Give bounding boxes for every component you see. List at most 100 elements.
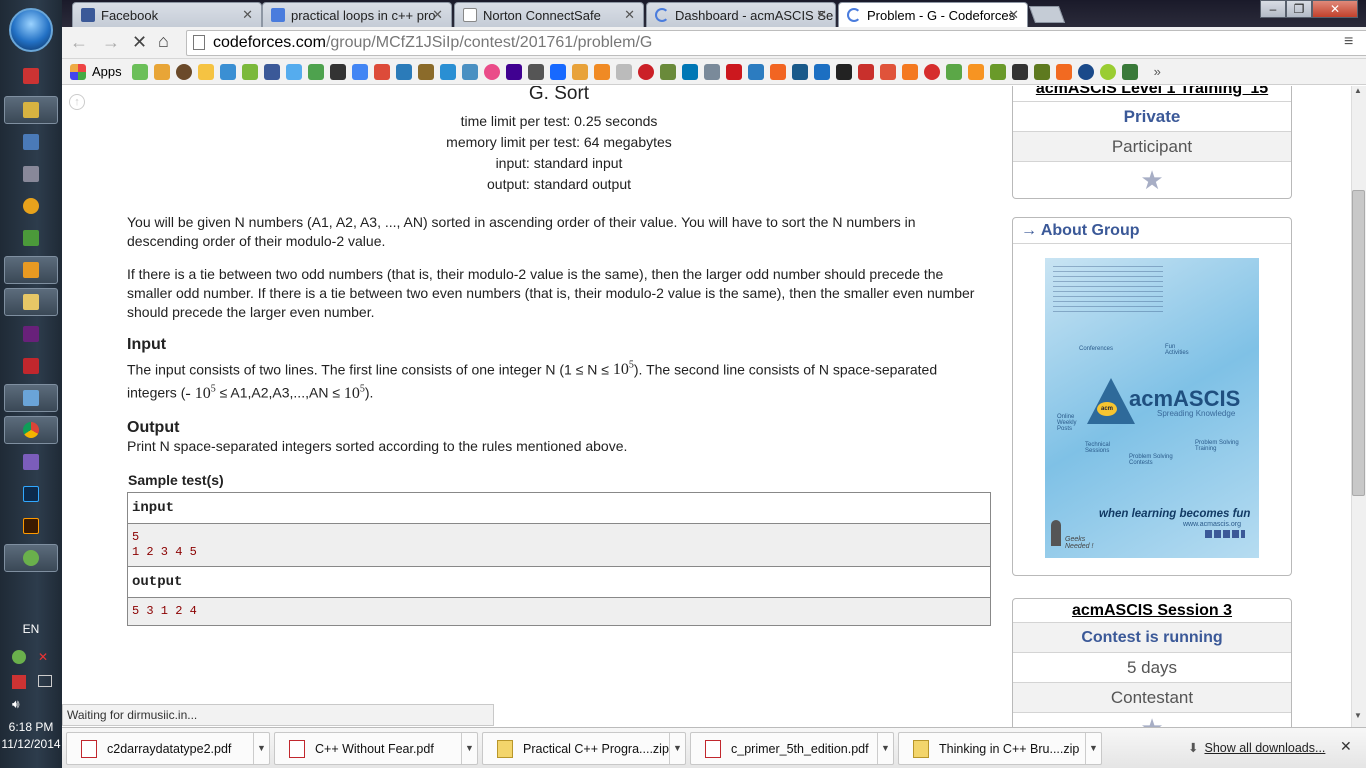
back-button[interactable]: ←: [70, 32, 88, 53]
forward-button[interactable]: →: [102, 32, 120, 53]
tab-facebook[interactable]: Facebook ✕: [72, 2, 262, 27]
home-button[interactable]: ⌂: [158, 31, 169, 52]
download-item[interactable]: c_primer_5th_edition.pdf ▼: [690, 732, 894, 765]
bookmark-icon[interactable]: [945, 63, 962, 80]
show-all-downloads-link[interactable]: Show all downloads...: [1204, 741, 1325, 755]
bookmark-icon[interactable]: [615, 63, 632, 80]
bookmark-icon[interactable]: [571, 63, 588, 80]
tab-dashboard[interactable]: Dashboard - acmASCIS Se ✕: [646, 2, 836, 27]
start-button[interactable]: [9, 8, 53, 52]
taskbar-app-icon[interactable]: [4, 128, 58, 156]
bookmark-icon[interactable]: [307, 63, 324, 80]
bookmark-icon[interactable]: [901, 63, 918, 80]
show-all-downloads[interactable]: ⬇ Show all downloads...: [1188, 740, 1325, 756]
bookmark-icon[interactable]: [593, 63, 610, 80]
bookmark-icon[interactable]: [439, 63, 456, 80]
taskbar-app-icon[interactable]: [4, 224, 58, 252]
bookmark-icon[interactable]: [791, 63, 808, 80]
linkedin-icon[interactable]: [681, 63, 698, 80]
clock-time[interactable]: 6:18 PM: [0, 720, 62, 734]
group-title-link[interactable]: acmASCIS Level 1 Training '15: [1013, 86, 1291, 102]
bookmark-icon[interactable]: [659, 63, 676, 80]
about-group-heading[interactable]: → About Group: [1013, 218, 1291, 244]
chevron-down-icon[interactable]: ▼: [669, 733, 685, 764]
language-indicator[interactable]: EN: [0, 622, 62, 636]
scrollbar-thumb[interactable]: [1352, 190, 1365, 496]
bookmark-icon[interactable]: [197, 63, 214, 80]
apps-icon[interactable]: [70, 63, 86, 80]
bookmark-icon[interactable]: [1011, 63, 1028, 80]
photoshop-icon[interactable]: [4, 480, 58, 508]
apps-label[interactable]: Apps: [92, 64, 122, 79]
scroll-up-icon[interactable]: ▲: [1354, 86, 1362, 95]
bookmark-icon[interactable]: [527, 63, 544, 80]
close-tab-icon[interactable]: ✕: [1008, 7, 1019, 23]
close-tab-icon[interactable]: ✕: [432, 7, 443, 23]
bookmark-icon[interactable]: [967, 63, 984, 80]
clock-date[interactable]: 11/12/2014: [0, 737, 62, 751]
visual-studio-icon[interactable]: [4, 448, 58, 476]
google-plus-icon[interactable]: [373, 63, 390, 80]
download-item[interactable]: c2darraydatatype2.pdf ▼: [66, 732, 270, 765]
bookmark-icon[interactable]: [923, 63, 940, 80]
illustrator-icon[interactable]: [4, 512, 58, 540]
download-item[interactable]: Thinking in C++ Bru....zip ▼: [898, 732, 1102, 765]
close-window-button[interactable]: ✕: [1312, 0, 1358, 18]
google-icon[interactable]: [351, 63, 368, 80]
bookmark-icon[interactable]: [461, 63, 478, 80]
session-title-link[interactable]: acmASCIS Session 3: [1013, 599, 1291, 623]
scroll-down-icon[interactable]: ▼: [1354, 711, 1362, 720]
bookmark-icon[interactable]: [813, 63, 830, 80]
bookmark-icon[interactable]: [989, 63, 1006, 80]
bookmark-icon[interactable]: [1033, 63, 1050, 80]
bookmark-icon[interactable]: [417, 63, 434, 80]
bookmark-icon[interactable]: [747, 63, 764, 80]
close-tab-icon[interactable]: ✕: [242, 7, 253, 23]
chevron-down-icon[interactable]: ▼: [461, 733, 477, 764]
sample-input-value[interactable]: 5 1 2 3 4 5: [128, 523, 990, 567]
twitter-icon[interactable]: [285, 63, 302, 80]
dribbble-icon[interactable]: [483, 63, 500, 80]
bookmark-icon[interactable]: [703, 63, 720, 80]
close-tab-icon[interactable]: ✕: [624, 7, 635, 23]
maximize-button[interactable]: ❐: [1286, 0, 1312, 18]
bookmark-icon[interactable]: [879, 63, 896, 80]
chevron-down-icon[interactable]: ▼: [253, 733, 269, 764]
soundcloud-icon[interactable]: [769, 63, 786, 80]
pdf-reader-icon[interactable]: [4, 352, 58, 380]
download-item[interactable]: Practical C++ Progra....zip ▼: [482, 732, 686, 765]
youtube-icon[interactable]: [725, 63, 742, 80]
utorrent-icon[interactable]: [4, 544, 58, 572]
scroll-up-arrow-icon[interactable]: ↑: [69, 94, 85, 110]
bookmark-icon[interactable]: [835, 63, 852, 80]
star-icon[interactable]: ★: [1140, 165, 1163, 196]
bookmark-icon[interactable]: [175, 63, 192, 80]
bookmark-icon[interactable]: [857, 63, 874, 80]
utorrent-tray-icon[interactable]: [12, 650, 26, 664]
bookmark-icon[interactable]: [1077, 63, 1094, 80]
taskbar-app-icon[interactable]: [4, 160, 58, 188]
menu-icon[interactable]: ≡: [1344, 33, 1353, 51]
bookmark-icon[interactable]: [329, 63, 346, 80]
tab-norton[interactable]: Norton ConnectSafe ✕: [454, 2, 644, 27]
bookmark-icon[interactable]: [219, 63, 236, 80]
taskbar-app-icon[interactable]: [4, 192, 58, 220]
facebook-icon[interactable]: [263, 63, 280, 80]
behance-icon[interactable]: [549, 63, 566, 80]
download-item[interactable]: C++ Without Fear.pdf ▼: [274, 732, 478, 765]
taskbar-app-icon[interactable]: [4, 384, 58, 412]
display-tray-icon[interactable]: [38, 675, 52, 687]
chevron-down-icon[interactable]: ▼: [1085, 733, 1101, 764]
tab-google-search[interactable]: practical loops in c++ pro ✕: [262, 2, 452, 27]
bookmark-icon[interactable]: [241, 63, 258, 80]
taskbar-app-icon[interactable]: [4, 96, 58, 124]
volume-icon[interactable]: 🔊︎: [12, 697, 20, 712]
address-bar[interactable]: codeforces.com/group/MCfZ1JSiIp/contest/…: [186, 30, 1366, 56]
taskbar-app-icon[interactable]: [4, 288, 58, 316]
tray-icon[interactable]: [12, 675, 26, 689]
sample-output-value[interactable]: 5 3 1 2 4: [128, 597, 990, 625]
yahoo-icon[interactable]: [505, 63, 522, 80]
taskbar-app-icon[interactable]: [4, 256, 58, 284]
bookmark-icon[interactable]: [1099, 63, 1116, 80]
taskbar-app-icon[interactable]: [4, 62, 58, 90]
